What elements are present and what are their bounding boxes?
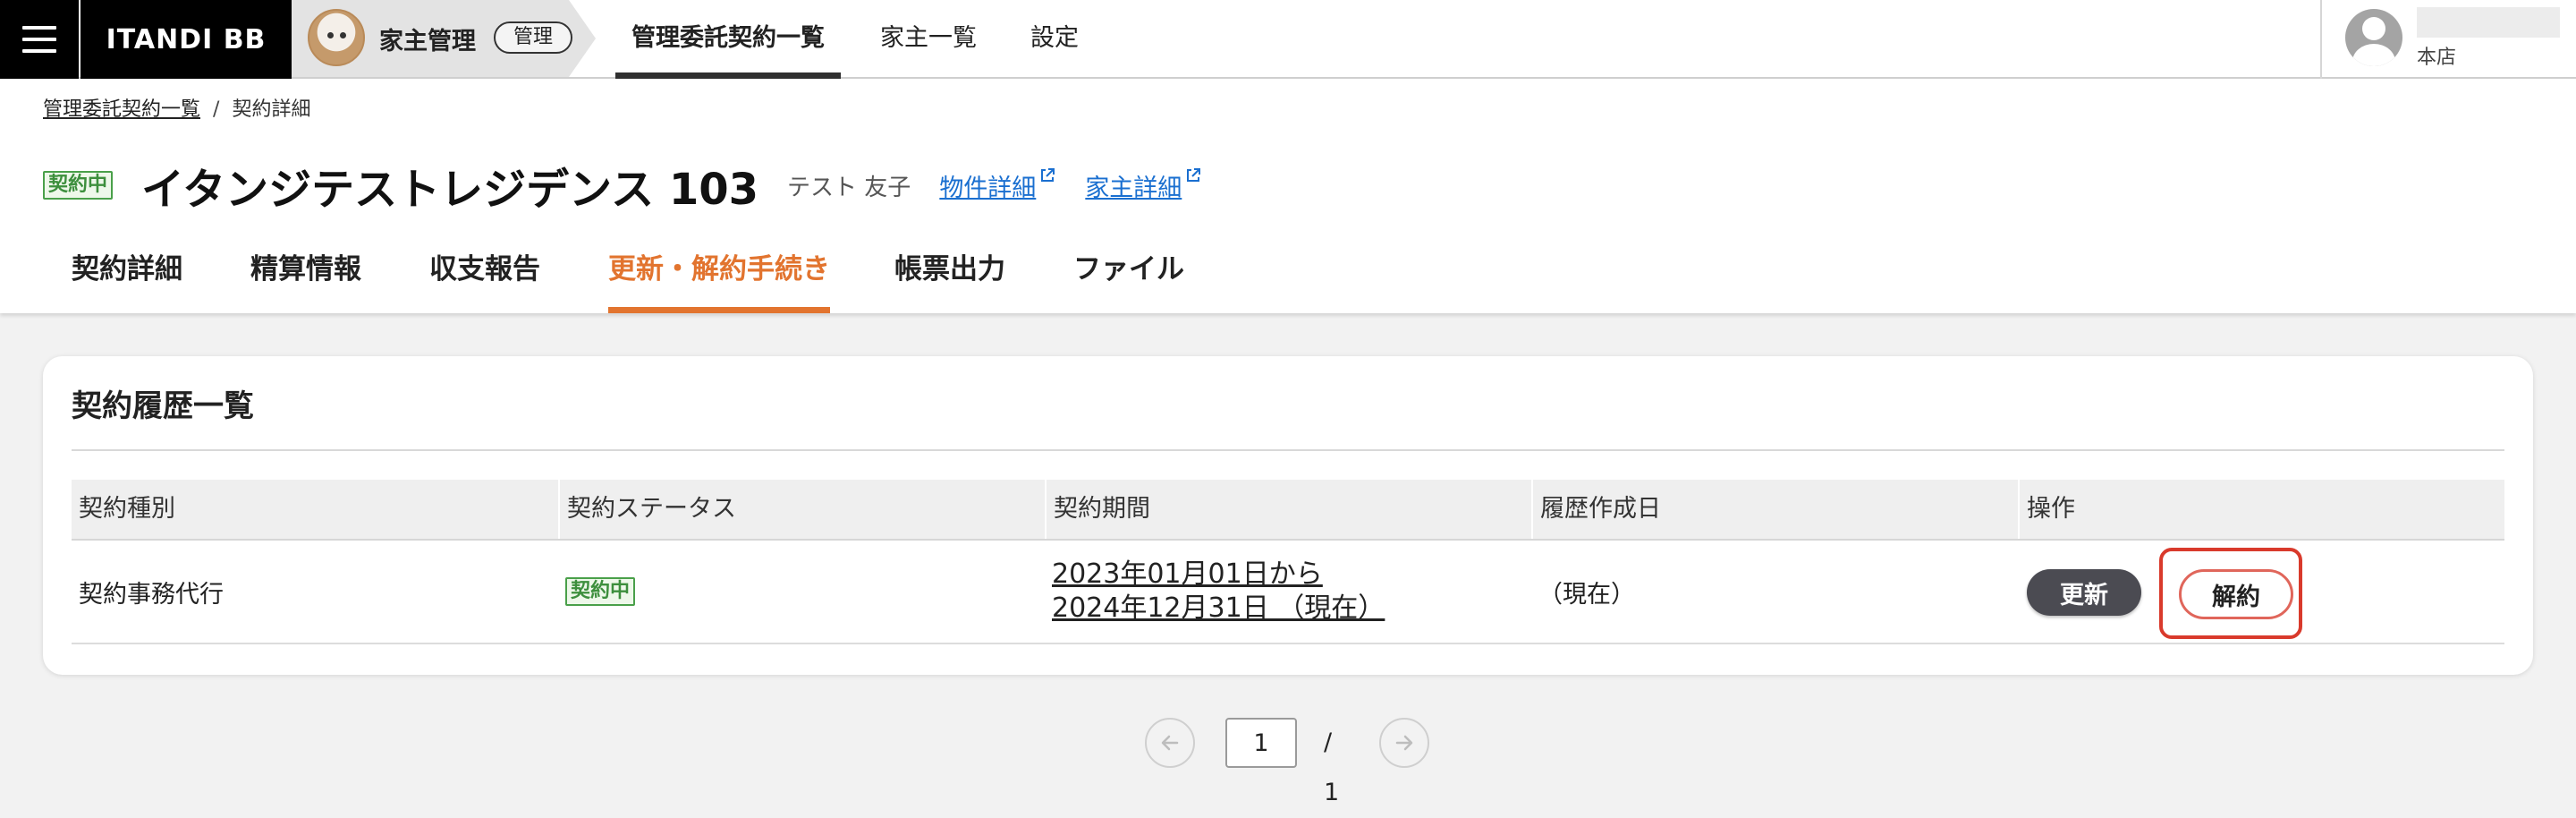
cancel-button-highlight: 解約 [2159, 548, 2302, 639]
title-row: 契約中 イタンジテストレジデンス 103 テスト 友子 物件詳細 家主詳細 [43, 158, 1202, 215]
renew-button[interactable]: 更新 [2027, 569, 2141, 616]
product-switcher[interactable]: 家主管理 管理 [292, 0, 596, 77]
arrow-left-icon [1161, 735, 1179, 751]
action-buttons: 更新 解約 [2027, 541, 2385, 643]
arrow-right-icon [1395, 735, 1413, 751]
tab-document-output[interactable]: 帳票出力 [894, 240, 1005, 313]
period-start: 2023年01月01日から [1052, 558, 1323, 590]
status-badge: 契約中 [43, 171, 114, 200]
table-row: 契約事務代行 契約中 2023年01月01日から 2024年12月31日 （現在… [72, 541, 2504, 644]
status-badge: 契約中 [565, 577, 636, 606]
top-navigation-bar: ITANDI BB 家主管理 管理 管理委託契約一覧 家主一覧 設定 本店 [0, 0, 2576, 79]
page-title: イタンジテストレジデンス 103 [141, 165, 759, 215]
nav-contract-list[interactable]: 管理委託契約一覧 [615, 0, 841, 79]
owner-name: テスト 友子 [787, 174, 911, 201]
property-detail-link[interactable]: 物件詳細 [939, 167, 1056, 203]
breadcrumb-parent-link[interactable]: 管理委託契約一覧 [43, 98, 200, 121]
column-header-status: 契約ステータス [558, 480, 1045, 539]
page-number-input[interactable] [1225, 718, 1297, 768]
owner-detail-label: 家主詳細 [1085, 174, 1182, 202]
next-page-button[interactable] [1379, 718, 1429, 768]
column-header-period: 契約期間 [1045, 480, 1531, 539]
column-header-created: 履歴作成日 [1531, 480, 2018, 539]
cancel-button[interactable]: 解約 [2179, 569, 2293, 619]
table-header: 契約種別 契約ステータス 契約期間 履歴作成日 操作 [72, 480, 2504, 541]
tab-renewal-cancellation[interactable]: 更新・解約手続き [608, 240, 830, 313]
owner-detail-link[interactable]: 家主詳細 [1085, 167, 1202, 203]
user-name-redacted [2417, 7, 2560, 38]
card-divider [72, 449, 2504, 451]
contract-history-card: 契約履歴一覧 契約種別 契約ステータス 契約期間 履歴作成日 操作 契約事務代行… [43, 356, 2533, 675]
card-title: 契約履歴一覧 [72, 388, 254, 424]
nav-owner-list[interactable]: 家主一覧 [880, 0, 977, 79]
external-link-icon [1187, 167, 1201, 182]
user-menu[interactable]: 本店 [2320, 0, 2576, 79]
product-role-chip: 管理 [494, 21, 573, 54]
tab-files[interactable]: ファイル [1073, 240, 1184, 313]
page-total: / 1 [1324, 729, 1340, 806]
tab-settlement[interactable]: 精算情報 [250, 240, 361, 313]
breadcrumb-current: 契約詳細 [232, 98, 311, 121]
tab-contract-detail[interactable]: 契約詳細 [72, 240, 182, 313]
user-avatar-icon [2345, 9, 2402, 66]
cell-actions: 更新 解約 [2018, 541, 2504, 643]
tab-income-report[interactable]: 収支報告 [429, 240, 540, 313]
breadcrumb: 管理委託契約一覧 / 契約詳細 [43, 93, 310, 122]
product-mascot-icon [308, 9, 365, 66]
product-title: 家主管理 [379, 28, 476, 55]
period-end: 2024年12月31日 （現在） [1052, 592, 1385, 624]
property-detail-label: 物件詳細 [939, 174, 1037, 202]
column-header-actions: 操作 [2018, 480, 2504, 539]
menu-icon[interactable] [0, 0, 79, 79]
contract-period-link[interactable]: 2023年01月01日から 2024年12月31日 （現在） [1052, 558, 1385, 626]
previous-page-button[interactable] [1145, 718, 1195, 768]
cell-contract-type: 契約事務代行 [79, 580, 224, 609]
cell-contract-status: 契約中 [558, 541, 1045, 643]
user-branch: 本店 [2417, 47, 2457, 69]
cell-created-date: （現在） [1538, 580, 1635, 609]
external-link-icon [1041, 167, 1055, 182]
breadcrumb-separator: / [213, 98, 220, 121]
cell-contract-period: 2023年01月01日から 2024年12月31日 （現在） [1045, 541, 1531, 643]
nav-settings[interactable]: 設定 [1030, 0, 1079, 79]
brand-logo[interactable]: ITANDI BB [80, 0, 292, 79]
column-header-type: 契約種別 [79, 495, 175, 523]
page-header: 管理委託契約一覧 / 契約詳細 契約中 イタンジテストレジデンス 103 テスト 友… [0, 79, 2576, 313]
